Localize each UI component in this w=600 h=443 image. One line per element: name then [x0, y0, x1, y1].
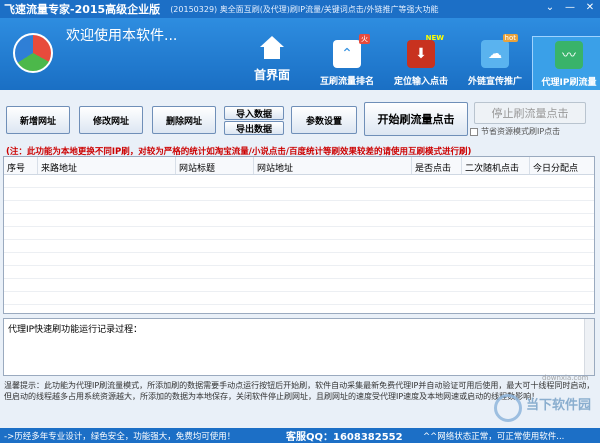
- nav-item-proxy-ip[interactable]: 〰 代理IP刷流量: [532, 36, 600, 90]
- delete-url-button[interactable]: 删除网址: [152, 106, 216, 134]
- download-arrow-icon: ⬇: [407, 40, 435, 68]
- hot-badge: hot: [502, 34, 518, 42]
- checkbox-box[interactable]: [470, 127, 478, 136]
- log-scrollbar[interactable]: [584, 319, 594, 375]
- col-header[interactable]: 是否点击: [412, 157, 462, 174]
- col-header[interactable]: 二次随机点击: [462, 157, 530, 174]
- mutual-traffic-icon: ⌃: [333, 40, 361, 68]
- table-row: [4, 292, 594, 305]
- table-row: [4, 240, 594, 253]
- table-row: [4, 214, 594, 227]
- home-tab[interactable]: 首界面: [240, 36, 304, 90]
- nav-label: 外链宣传推广: [467, 77, 522, 87]
- close-icon[interactable]: ✕: [584, 2, 596, 14]
- app-logo: [13, 33, 53, 73]
- nav-item-backlink-promo[interactable]: hot ☁ 外链宣传推广: [458, 34, 532, 90]
- nav-label: 代理IP刷流量: [541, 78, 597, 88]
- import-data-button[interactable]: 导入数据: [224, 106, 284, 120]
- add-url-button[interactable]: 新增网址: [6, 106, 70, 134]
- home-label: 首界面: [253, 68, 290, 82]
- col-header[interactable]: 序号: [4, 157, 38, 174]
- table-row: [4, 201, 594, 214]
- save-mode-checkbox[interactable]: 节省资源模式刷IP点击: [470, 126, 560, 137]
- settings-button[interactable]: 参数设置: [291, 106, 357, 134]
- table-header: 序号 来路地址 网站标题 网站地址 是否点击 二次随机点击 今日分配点: [4, 157, 594, 175]
- edit-url-button[interactable]: 修改网址: [79, 106, 143, 134]
- trend-chart-icon: 〰: [555, 41, 583, 69]
- status-left: ->历经多年专业设计，绿色安全，功能强大，免费均可使用！: [4, 431, 236, 442]
- header: 欢迎使用本软件... 首界面 火 ⌃ 互刷流量排名 NEW ⬇ 定位输入点击 h…: [0, 18, 600, 90]
- nav-item-mutual-traffic[interactable]: 火 ⌃ 互刷流量排名: [310, 34, 384, 90]
- col-header[interactable]: 来路地址: [38, 157, 176, 174]
- col-header[interactable]: 今日分配点: [530, 157, 594, 174]
- table-body: [4, 175, 594, 305]
- table-row: [4, 227, 594, 240]
- nav-item-position-click[interactable]: NEW ⬇ 定位输入点击: [384, 34, 458, 90]
- cloud-icon: ☁: [481, 40, 509, 68]
- title-bar: 飞速流量专家-2015高级企业版 (20150329) 奥全面互刷(及代理)刷I…: [0, 0, 600, 18]
- url-table[interactable]: 序号 来路地址 网站标题 网站地址 是否点击 二次随机点击 今日分配点: [3, 156, 595, 314]
- hot-badge: 火: [359, 34, 370, 44]
- nav-label: 定位输入点击: [393, 77, 448, 87]
- table-row: [4, 279, 594, 292]
- export-data-button[interactable]: 导出数据: [224, 121, 284, 135]
- watermark-url: downxia.com: [542, 374, 589, 382]
- window-controls: ⌄ — ✕: [544, 2, 596, 14]
- home-icon: [259, 36, 285, 60]
- nav-label: 互刷流量排名: [319, 77, 374, 87]
- table-row: [4, 175, 594, 188]
- table-row: [4, 253, 594, 266]
- network-status: ^^网络状态正常，可正常使用软件...: [423, 431, 565, 442]
- app-title: 飞速流量专家-2015高级企业版: [4, 3, 161, 16]
- watermark-logo-icon: [494, 394, 522, 422]
- new-badge: NEW: [425, 34, 444, 42]
- stop-button[interactable]: 停止刷流量点击: [474, 102, 586, 124]
- welcome-text: 欢迎使用本软件...: [66, 28, 178, 44]
- log-title: 代理IP快速刷功能运行记录过程：: [8, 325, 143, 335]
- log-panel[interactable]: 代理IP快速刷功能运行记录过程：: [3, 318, 595, 376]
- minimize-icon[interactable]: —: [564, 2, 576, 14]
- title-note: (20150329) 奥全面互刷(及代理)刷IP流量/关键词点击/外链推广等强大…: [170, 4, 439, 14]
- col-header[interactable]: 网站地址: [254, 157, 412, 174]
- watermark: downxia.com 当下软件园: [494, 374, 598, 426]
- main-nav: 火 ⌃ 互刷流量排名 NEW ⬇ 定位输入点击 hot ☁ 外链宣传推广 〰 代…: [310, 34, 600, 90]
- status-bar: ->历经多年专业设计，绿色安全，功能强大，免费均可使用！ 客服QQ：160838…: [0, 428, 600, 443]
- table-row: [4, 266, 594, 279]
- watermark-text: 当下软件园: [526, 398, 592, 413]
- save-mode-label: 节省资源模式刷IP点击: [481, 127, 561, 136]
- support-qq: 客服QQ：1608382552: [286, 432, 403, 443]
- start-button[interactable]: 开始刷流量点击: [364, 102, 468, 136]
- col-header[interactable]: 网站标题: [176, 157, 254, 174]
- dropdown-icon[interactable]: ⌄: [544, 2, 556, 14]
- table-row: [4, 188, 594, 201]
